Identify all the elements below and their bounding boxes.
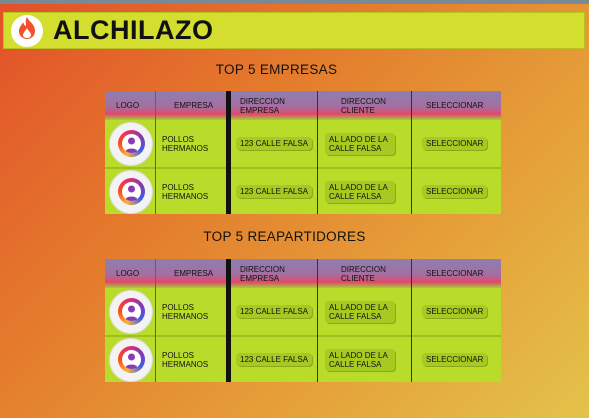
col-header-direccion-cliente: DIRECCION CLIENTE — [341, 96, 386, 115]
empresa-name: POLLOS HERMANOS — [162, 182, 209, 201]
app-header: ALCHILAZO — [3, 12, 585, 49]
window-top-strip — [0, 0, 589, 4]
table-row: POLLOS HERMANOS 123 CALLE FALSA AL LADO … — [105, 167, 501, 214]
direccion-cliente: AL LADO DE LA CALLE FALSA — [325, 180, 395, 203]
col-header-empresa: EMPRESA — [174, 269, 214, 278]
section-title-repartidores: TOP 5 REAPARTIDORES — [203, 229, 366, 244]
flame-icon — [16, 16, 38, 45]
user-avatar-icon — [110, 170, 152, 213]
user-avatar-icon — [110, 338, 152, 381]
table-body: POLLOS HERMANOS 123 CALLE FALSA AL LADO … — [105, 288, 501, 382]
table-row: POLLOS HERMANOS 123 CALLE FALSA AL LADO … — [105, 120, 501, 167]
col-header-logo: LOGO — [116, 269, 140, 278]
direccion-empresa: 123 CALLE FALSA — [236, 185, 313, 198]
direccion-empresa: 123 CALLE FALSA — [236, 137, 313, 150]
table-row: POLLOS HERMANOS 123 CALLE FALSA AL LADO … — [105, 335, 501, 382]
col-header-seleccionar: SELECCIONAR — [426, 101, 484, 110]
direccion-cliente: AL LADO DE LA CALLE FALSA — [325, 300, 395, 323]
select-button[interactable]: SELECCIONAR — [422, 353, 488, 366]
col-header-direccion-cliente: DIRECCION CLIENTE — [341, 264, 386, 283]
direccion-cliente: AL LADO DE LA CALLE FALSA — [325, 132, 395, 155]
select-button[interactable]: SELECCIONAR — [422, 137, 488, 150]
col-header-logo: LOGO — [116, 101, 140, 110]
table-header: LOGO EMPRESA DIRECCION EMPRESA DIRECCION… — [105, 91, 501, 120]
col-header-empresa: EMPRESA — [174, 101, 214, 110]
app-logo[interactable] — [11, 14, 43, 47]
empresa-name: POLLOS HERMANOS — [162, 134, 209, 153]
direccion-cliente: AL LADO DE LA CALLE FALSA — [325, 348, 395, 371]
col-header-direccion-empresa: DIRECCION EMPRESA — [240, 96, 285, 115]
user-avatar-icon — [110, 122, 152, 165]
direccion-empresa: 123 CALLE FALSA — [236, 353, 313, 366]
section-title-empresas: TOP 5 EMPRESAS — [215, 62, 338, 77]
empresa-name: POLLOS HERMANOS — [162, 302, 209, 321]
select-button[interactable]: SELECCIONAR — [422, 305, 488, 318]
repartidores-table: LOGO EMPRESA DIRECCION EMPRESA DIRECCION… — [105, 259, 501, 382]
empresas-table: LOGO EMPRESA DIRECCION EMPRESA DIRECCION… — [105, 91, 501, 214]
app-title: ALCHILAZO — [53, 15, 214, 45]
user-avatar-icon — [110, 290, 152, 333]
select-button[interactable]: SELECCIONAR — [422, 185, 488, 198]
empresa-name: POLLOS HERMANOS — [162, 350, 209, 369]
col-header-seleccionar: SELECCIONAR — [426, 269, 484, 278]
direccion-empresa: 123 CALLE FALSA — [236, 305, 313, 318]
table-body: POLLOS HERMANOS 123 CALLE FALSA AL LADO … — [105, 120, 501, 214]
col-header-direccion-empresa: DIRECCION EMPRESA — [240, 264, 285, 283]
table-header: LOGO EMPRESA DIRECCION EMPRESA DIRECCION… — [105, 259, 501, 288]
table-row: POLLOS HERMANOS 123 CALLE FALSA AL LADO … — [105, 288, 501, 335]
